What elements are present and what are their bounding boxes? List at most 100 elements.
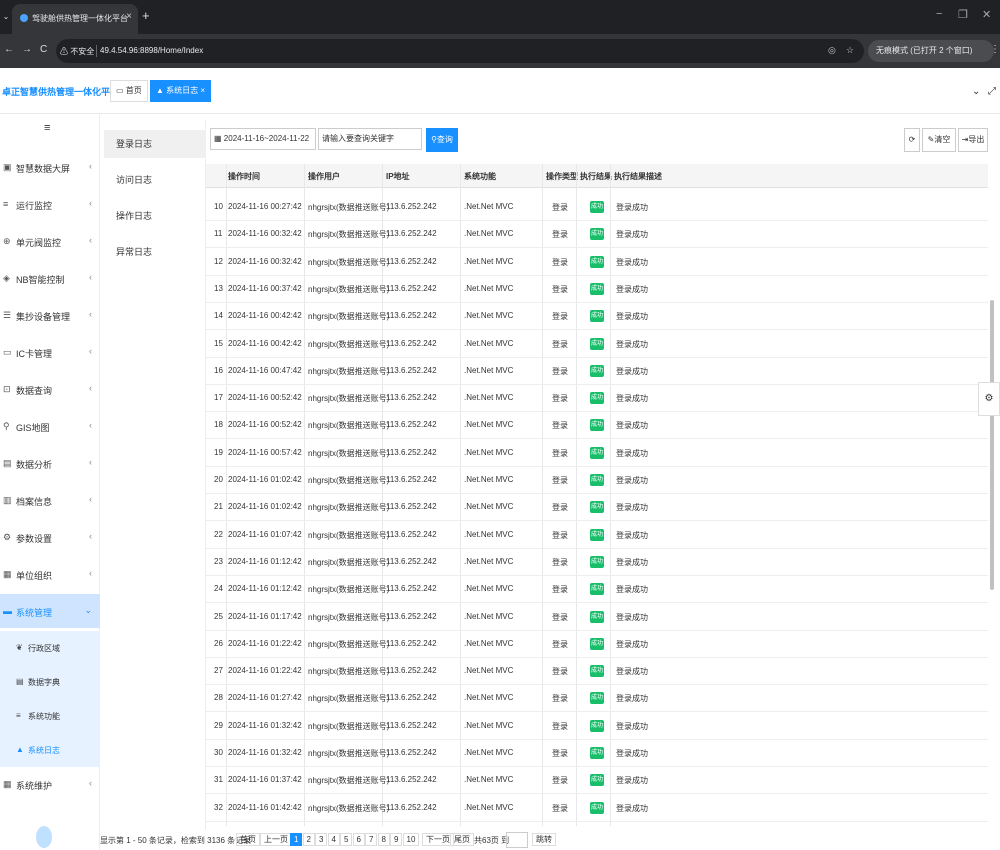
log-type-visit[interactable]: 访问日志: [104, 166, 206, 194]
tab-system-log[interactable]: ▲ 系统日志 ×: [150, 80, 212, 102]
query-button[interactable]: ⚲查询: [426, 128, 458, 152]
pager-first[interactable]: 首页: [236, 833, 260, 846]
sidebar-item-11[interactable]: ▦ 单位组织 ‹: [0, 557, 100, 591]
cell-type: 登录: [552, 667, 568, 677]
table-row[interactable]: 16 2024-11-16 00:47:42 nhgrsjtx(数据推送账号) 113…: [206, 358, 988, 385]
sidebar-item-4[interactable]: ☰ 集抄设备管理 ‹: [0, 298, 100, 332]
new-tab-button[interactable]: +: [142, 8, 150, 23]
page-scrollbar[interactable]: [990, 300, 994, 590]
bookmark-star-icon[interactable]: ☆: [846, 45, 854, 56]
url-text[interactable]: 49.4.54.96:8898/Home/Index: [100, 46, 203, 55]
table-row[interactable]: 10 2024-11-16 00:27:42 nhgrsjtx(数据推送账号) 113…: [206, 194, 988, 221]
col-header-result-desc[interactable]: 执行结果描述: [614, 171, 662, 182]
sidebar-item-10[interactable]: ⚙ 参数设置 ‹: [0, 520, 100, 554]
sidebar-item-maintenance[interactable]: ▦ 系统维护 ‹: [0, 767, 100, 801]
date-range-input[interactable]: ▦ 2024-11-16~2024-11-22: [210, 128, 316, 150]
address-bar[interactable]: ⚠ 不安全 49.4.54.96:8898/Home/Index ◎ ☆: [56, 39, 864, 63]
hamburger-icon[interactable]: ≡: [44, 122, 50, 134]
table-row[interactable]: 15 2024-11-16 00:42:42 nhgrsjtx(数据推送账号) 113…: [206, 331, 988, 358]
table-row[interactable]: 21 2024-11-16 01:02:42 nhgrsjtx(数据推送账号) 113…: [206, 494, 988, 522]
sidebar-item-6[interactable]: ⊡ 数据查询 ‹: [0, 372, 100, 406]
table-row[interactable]: 18 2024-11-16 00:52:42 nhgrsjtx(数据推送账号) 113…: [206, 412, 988, 440]
submenu-item-0[interactable]: ❦ 行政区域: [0, 631, 100, 665]
sidebar-item-3[interactable]: ◈ NB智能控制 ‹: [0, 261, 100, 295]
reload-icon[interactable]: C: [40, 44, 47, 55]
col-header-user[interactable]: 操作用户: [308, 171, 340, 182]
pager-page-3[interactable]: 3: [315, 833, 328, 846]
sidebar-item-5[interactable]: ▭ IC卡管理 ‹: [0, 335, 100, 369]
browser-menu-icon[interactable]: ⋮: [990, 44, 1000, 55]
table-row[interactable]: 12 2024-11-16 00:32:42 nhgrsjtx(数据推送账号) 113…: [206, 249, 988, 276]
export-button[interactable]: ⇥导出: [958, 128, 988, 152]
fullscreen-icon[interactable]: ⤢: [988, 86, 996, 97]
settings-float-gear-icon[interactable]: ⚙: [978, 382, 1000, 416]
table-row[interactable]: 22 2024-11-16 01:07:42 nhgrsjtx(数据推送账号) 113…: [206, 522, 988, 549]
col-header-function[interactable]: 系统功能: [464, 171, 496, 182]
table-row[interactable]: 32 2024-11-16 01:42:42 nhgrsjtx(数据推送账号) 113…: [206, 795, 988, 822]
table-row[interactable]: 11 2024-11-16 00:32:42 nhgrsjtx(数据推送账号) 113…: [206, 221, 988, 249]
sidebar-item-9[interactable]: ▥ 档案信息 ‹: [0, 483, 100, 517]
pager-page-input[interactable]: [506, 832, 528, 848]
eye-off-icon[interactable]: ◎: [828, 45, 836, 56]
col-header-type[interactable]: 操作类型: [546, 171, 578, 182]
result-badge: 成功: [590, 337, 604, 350]
table-row[interactable]: 28 2024-11-16 01:27:42 nhgrsjtx(数据推送账号) 113…: [206, 685, 988, 713]
table-row[interactable]: 24 2024-11-16 01:12:42 nhgrsjtx(数据推送账号) 113…: [206, 576, 988, 604]
col-header-result[interactable]: 执行结果: [580, 171, 612, 182]
security-warning[interactable]: ⚠ 不安全: [60, 46, 94, 57]
restore-button[interactable]: ❐: [958, 8, 968, 21]
pager-page-6[interactable]: 6: [352, 833, 365, 846]
close-window-button[interactable]: ✕: [982, 8, 991, 21]
col-header-time[interactable]: 操作时间: [228, 171, 260, 182]
sidebar-item-0[interactable]: ▣ 智慧数据大屏 ‹: [0, 150, 100, 184]
sidebar-item-2[interactable]: ⊕ 单元阀监控 ‹: [0, 224, 100, 258]
table-row[interactable]: 20 2024-11-16 01:02:42 nhgrsjtx(数据推送账号) 113…: [206, 467, 988, 494]
sidebar-item-12[interactable]: ▬ 系统管理 ⌄: [0, 594, 100, 628]
log-type-exception[interactable]: 异常日志: [104, 238, 206, 266]
tabs-dropdown-icon[interactable]: ⌄: [972, 86, 980, 97]
pager-last[interactable]: 尾页: [450, 833, 474, 846]
submenu-item-1[interactable]: ▤ 数据字典: [0, 665, 100, 699]
clear-button[interactable]: ✎清空: [922, 128, 956, 152]
minimize-button[interactable]: −: [936, 8, 942, 20]
pager-page-10[interactable]: 10: [402, 833, 420, 846]
forward-icon[interactable]: →: [22, 44, 32, 55]
table-row[interactable]: 26 2024-11-16 01:22:42 nhgrsjtx(数据推送账号) 113…: [206, 631, 988, 658]
table-row[interactable]: 14 2024-11-16 00:42:42 nhgrsjtx(数据推送账号) 113…: [206, 303, 988, 331]
browser-tab[interactable]: 驾驶舱供热管理一体化平台 ×: [12, 4, 138, 34]
col-header-ip[interactable]: IP地址: [386, 171, 410, 182]
pager-page-4[interactable]: 4: [327, 833, 340, 846]
refresh-button[interactable]: ⟳: [904, 128, 920, 152]
sidebar-item-7[interactable]: ⚲ GIS地图 ‹: [0, 409, 100, 443]
pager-jump-button[interactable]: 跳转: [532, 833, 556, 846]
table-row[interactable]: 27 2024-11-16 01:22:42 nhgrsjtx(数据推送账号) 113…: [206, 658, 988, 686]
keyword-input[interactable]: 请输入要查询关键字: [318, 128, 422, 150]
incognito-indicator[interactable]: 无痕模式 (已打开 2 个窗口): [868, 40, 994, 62]
table-row[interactable]: 31 2024-11-16 01:37:42 nhgrsjtx(数据推送账号) 113…: [206, 767, 988, 795]
pager-page-5[interactable]: 5: [340, 833, 353, 846]
row-number: 21: [214, 502, 223, 512]
submenu-item-3[interactable]: ▲ 系统日志: [0, 733, 100, 767]
pager-page-2[interactable]: 2: [302, 833, 315, 846]
sidebar-item-1[interactable]: ≡ 运行监控 ‹: [0, 187, 100, 221]
table-row[interactable]: 29 2024-11-16 01:32:42 nhgrsjtx(数据推送账号) 113…: [206, 713, 988, 740]
log-type-login[interactable]: 登录日志: [104, 130, 206, 158]
pager-page-7[interactable]: 7: [365, 833, 378, 846]
table-row[interactable]: 23 2024-11-16 01:12:42 nhgrsjtx(数据推送账号) 113…: [206, 549, 988, 576]
submenu-item-2[interactable]: ≡ 系统功能: [0, 699, 100, 733]
pager-page-1[interactable]: 1: [290, 833, 303, 846]
tab-search-button[interactable]: ⌄: [0, 8, 12, 26]
table-row[interactable]: 13 2024-11-16 00:37:42 nhgrsjtx(数据推送账号) 113…: [206, 276, 988, 303]
pager-prev[interactable]: 上一页: [260, 833, 292, 846]
back-icon[interactable]: ←: [4, 44, 14, 55]
tab-close-icon[interactable]: ×: [126, 11, 132, 22]
table-row[interactable]: 25 2024-11-16 01:17:42 nhgrsjtx(数据推送账号) 113…: [206, 604, 988, 631]
pager-page-9[interactable]: 9: [390, 833, 403, 846]
tab-home[interactable]: ▭ 首页: [110, 80, 148, 102]
table-row[interactable]: 30 2024-11-16 01:32:42 nhgrsjtx(数据推送账号) 113…: [206, 740, 988, 767]
pager-page-8[interactable]: 8: [377, 833, 390, 846]
table-row[interactable]: 17 2024-11-16 00:52:42 nhgrsjtx(数据推送账号) 113…: [206, 385, 988, 413]
sidebar-item-8[interactable]: ▤ 数据分析 ‹: [0, 446, 100, 480]
log-type-operation[interactable]: 操作日志: [104, 202, 206, 230]
table-row[interactable]: 19 2024-11-16 00:57:42 nhgrsjtx(数据推送账号) 113…: [206, 440, 988, 467]
